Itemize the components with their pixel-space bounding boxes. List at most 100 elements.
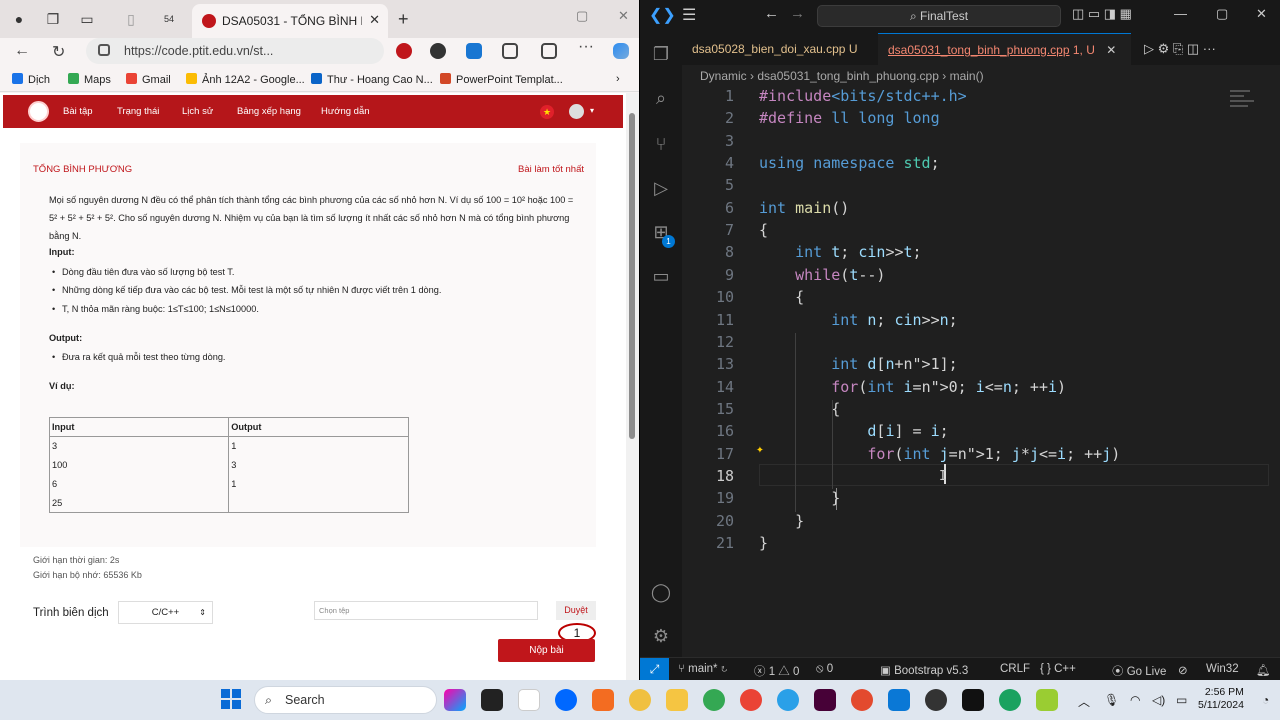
maximize-icon[interactable]: ▢ — [576, 8, 588, 24]
taskbar-app-edge[interactable] — [777, 689, 799, 711]
browse-button[interactable]: Duyệt — [556, 601, 596, 620]
git-branch[interactable]: ⑂ main* ↻ — [678, 663, 728, 675]
vietnam-flag-icon[interactable]: ★ — [540, 105, 554, 119]
volume-icon[interactable]: ◁) — [1152, 693, 1165, 707]
nav-back-icon[interactable]: ← — [764, 5, 779, 22]
maximize-icon[interactable]: ▢ — [1216, 6, 1228, 22]
file-input[interactable]: Chọn tệp — [314, 601, 538, 620]
minimap[interactable] — [1230, 87, 1260, 127]
ptit-logo[interactable] — [28, 101, 49, 122]
notifications-icon[interactable]: 🔔︎ — [1256, 663, 1271, 677]
taskbar-app-other[interactable] — [1036, 689, 1058, 711]
taskbar-app-taskview[interactable] — [481, 689, 503, 711]
taskbar-app-chrome3[interactable] — [740, 689, 762, 711]
bookmark-maps[interactable]: Maps — [68, 73, 111, 86]
command-center-search[interactable]: ⌕ FinalTest — [817, 5, 1061, 27]
back-icon[interactable]: ← — [14, 42, 30, 60]
user-avatar[interactable] — [569, 104, 584, 119]
tab-dsa05028[interactable]: dsa05028_bien_doi_xau.cpp U — [682, 33, 874, 65]
scroll-thumb[interactable] — [629, 113, 635, 439]
extensions-icon[interactable] — [502, 43, 518, 59]
ext-ninja-icon[interactable] — [430, 43, 446, 59]
workspaces-icon[interactable]: ❐ — [44, 11, 62, 27]
ext-red-icon[interactable] — [396, 43, 412, 59]
page-tab-icon[interactable]: ▯ — [122, 11, 140, 27]
close-tab-icon[interactable]: ✕ — [369, 12, 380, 28]
taskbar-clock[interactable]: 2:56 PM 5/11/2024 — [1198, 686, 1244, 712]
submit-button[interactable]: Nộp bài — [498, 639, 595, 662]
ext-blue-icon[interactable] — [466, 43, 482, 59]
taskbar-app-copilot[interactable] — [444, 689, 466, 711]
bootstrap-indicator[interactable]: ▣ Bootstrap v5.3 — [880, 663, 968, 677]
taskbar-app-chrome2[interactable] — [703, 689, 725, 711]
menu-huong-dan[interactable]: Hướng dẫn — [321, 106, 370, 117]
copilot-status-icon[interactable]: ⊘ — [1178, 663, 1188, 677]
settings-gear-icon[interactable]: ⚙ — [650, 625, 672, 647]
taskbar-app-store[interactable] — [518, 689, 540, 711]
close-window-icon[interactable]: ✕ — [618, 8, 629, 24]
remote-explorer-icon[interactable]: ▭ — [650, 265, 672, 287]
code-editor[interactable]: ✦ I 1 #include<bits/stdc++.h> 2 #define ll … — [682, 87, 1280, 657]
start-button[interactable] — [221, 689, 241, 709]
search-view-icon[interactable]: ⌕ — [650, 87, 672, 109]
nav-forward-icon[interactable]: → — [790, 5, 805, 22]
tray-chevron-icon[interactable]: ︿ — [1078, 693, 1090, 710]
language-indicator[interactable]: { } C++ — [1040, 663, 1076, 675]
bookmarks-more-icon[interactable]: › — [616, 73, 620, 85]
remote-indicator-icon[interactable]: ⤢ — [640, 658, 669, 681]
wifi-icon[interactable]: ◠ — [1130, 693, 1140, 707]
new-tab-icon[interactable]: + — [398, 9, 409, 30]
bookmark-mail[interactable]: Thư - Hoang Cao N... — [311, 73, 433, 86]
taskbar-app-obs[interactable] — [925, 689, 947, 711]
tab-dsa05031[interactable]: dsa05031_tong_binh_phuong.cpp 1, U ✕ — [878, 33, 1131, 65]
taskbar-search[interactable]: ⌕ Search — [254, 686, 437, 714]
breadcrumb-symbol[interactable]: main() — [950, 69, 984, 83]
breadcrumb-file[interactable]: dsa05031_tong_binh_phuong.cpp — [757, 69, 939, 83]
bookmark-dich[interactable]: Dịch — [12, 73, 50, 86]
menu-trang-thai[interactable]: Trạng thái — [117, 106, 159, 117]
platform-indicator[interactable]: Win32 — [1206, 663, 1239, 675]
taskbar-app-vscode[interactable] — [888, 689, 910, 711]
account-icon[interactable]: ◯ — [650, 581, 672, 603]
source-control-icon[interactable]: ⑂ — [650, 133, 672, 155]
taskbar-app-devc[interactable] — [851, 689, 873, 711]
menu-icon[interactable]: ☰ — [682, 5, 696, 25]
bookmark-photos[interactable]: Ảnh 12A2 - Google... — [186, 73, 305, 86]
more-icon[interactable]: ··· — [578, 38, 594, 56]
taskbar-app-zalo2[interactable] — [999, 689, 1021, 711]
bookmark-gmail[interactable]: Gmail — [126, 73, 171, 86]
taskbar-app-explorer[interactable] — [666, 689, 688, 711]
tab-actions-icon[interactable]: ▭ — [78, 11, 96, 27]
ports-indicator[interactable]: ⦸ 0 — [816, 663, 833, 676]
menu-lich-su[interactable]: Lịch sử — [182, 106, 213, 117]
close-tab-icon[interactable]: ✕ — [1106, 43, 1116, 57]
explorer-icon[interactable]: ❐ — [650, 43, 672, 65]
problems-indicator[interactable]: ⓧ 1 △ 0 — [754, 663, 799, 679]
run-debug-icon[interactable]: ▷ — [650, 177, 672, 199]
bookmark-ppt[interactable]: PowerPoint Templat... — [440, 73, 563, 86]
minimize-icon[interactable]: — — [1174, 6, 1187, 21]
taskbar-app-zalo[interactable] — [555, 689, 577, 711]
split-screen-icon[interactable] — [541, 43, 557, 59]
menu-bang-xep-hang[interactable]: Bảng xếp hạng — [237, 106, 301, 117]
run-icon[interactable]: ▷ ⚙ ⎘ ◫ ··· — [1144, 41, 1216, 57]
best-submission-link[interactable]: Bài làm tốt nhất — [518, 164, 584, 175]
page-scrollbar[interactable] — [626, 93, 639, 680]
breadcrumb-folder[interactable]: Dynamic — [700, 69, 747, 83]
eol-indicator[interactable]: CRLF — [1000, 663, 1030, 675]
taskbar-app-office[interactable] — [592, 689, 614, 711]
refresh-icon[interactable]: ↻ — [52, 42, 65, 62]
mic-icon[interactable]: 🎙︎ — [1104, 693, 1119, 707]
go-live-button[interactable]: ⦿ Go Live — [1112, 663, 1166, 679]
profile-icon[interactable]: ● — [10, 11, 28, 27]
address-bar[interactable]: https://code.ptit.edu.vn/st... — [86, 38, 384, 64]
menu-bai-tap[interactable]: Bài tập — [63, 106, 93, 117]
compiler-select[interactable]: C/C++ ⇕ — [118, 601, 213, 624]
copilot-icon[interactable] — [613, 43, 629, 59]
tab-count[interactable]: 54 — [158, 11, 180, 27]
taskbar-app-chrome[interactable] — [629, 689, 651, 711]
notification-icon[interactable]: ◔ — [1262, 693, 1269, 707]
user-dropdown-icon[interactable]: ▾ — [590, 106, 594, 115]
close-icon[interactable]: ✕ — [1256, 6, 1267, 22]
taskbar-app-xd[interactable] — [814, 689, 836, 711]
